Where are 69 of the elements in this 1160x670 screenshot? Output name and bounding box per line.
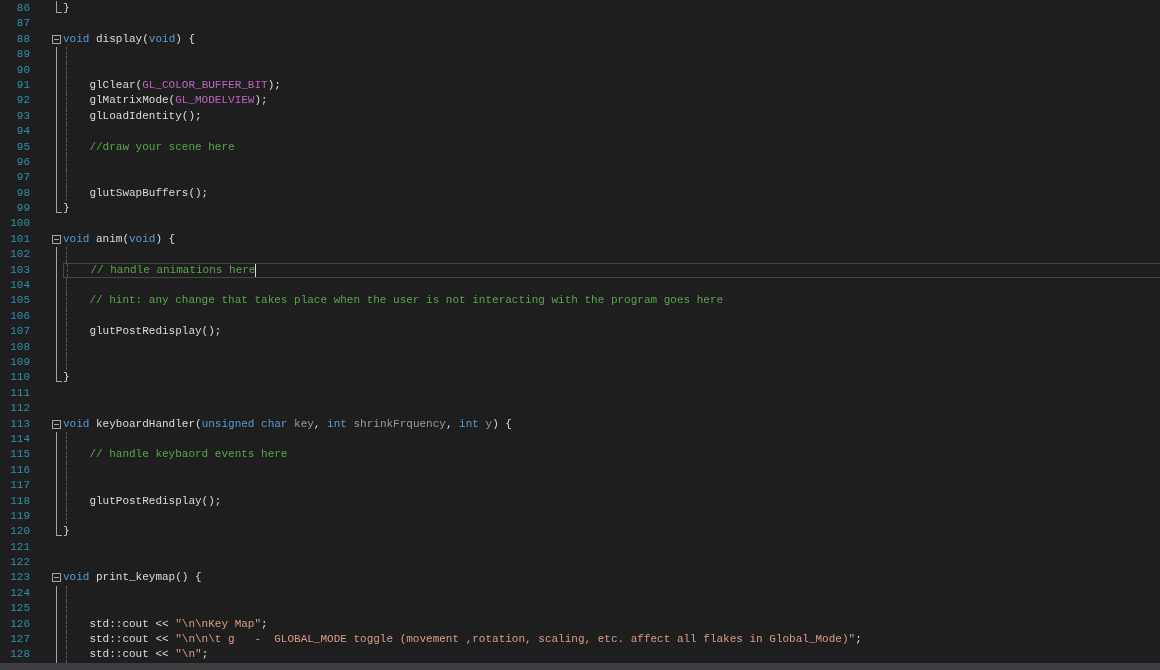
line-number: 98 (15, 185, 30, 201)
code-line: glutPostRedisplay(); (88, 494, 222, 507)
line-number: 110 (9, 370, 30, 386)
line-number: 102 (9, 247, 30, 263)
collapse-icon[interactable] (52, 419, 61, 429)
line-number: 107 (9, 324, 30, 340)
line-number: 101 (9, 231, 30, 247)
line-number: 111 (9, 385, 30, 401)
line-number: 104 (9, 278, 30, 294)
line-number: 116 (9, 462, 30, 478)
code-line: void print_keymap() { (63, 571, 202, 584)
line-number: 92 (15, 93, 30, 109)
line-number: 94 (15, 124, 30, 140)
line-number: 96 (15, 154, 30, 170)
line-number: 115 (9, 447, 30, 463)
code-line: std::cout << "\n"; (88, 648, 209, 661)
line-number: 87 (15, 16, 30, 32)
line-number: 109 (9, 355, 30, 370)
line-number: 88 (15, 31, 30, 47)
line-number: 100 (9, 216, 30, 232)
line-number: 123 (9, 570, 30, 586)
line-number: 99 (15, 201, 30, 217)
code-line: // handle animations here (89, 263, 257, 276)
code-line: std::cout << "\n\nKey Map"; (88, 617, 268, 630)
line-number: 126 (9, 616, 30, 632)
code-line: glClear(GL_COLOR_BUFFER_BIT); (88, 78, 281, 91)
collapse-icon[interactable] (52, 234, 61, 244)
line-number: 93 (15, 108, 30, 124)
line-number: 106 (9, 308, 30, 324)
line-number: 89 (15, 47, 30, 63)
line-number: 105 (9, 293, 30, 309)
line-number: 117 (9, 478, 30, 494)
code-line: // handle keybaord events here (88, 448, 288, 461)
line-number: 127 (9, 632, 30, 647)
code-line: // hint: any change that takes place when the user is not interacting with the program goes here (88, 294, 724, 307)
line-number: 108 (9, 339, 30, 355)
line-number: 125 (9, 601, 30, 617)
line-number: 112 (9, 401, 30, 417)
code-line: void anim(void) { (63, 232, 176, 245)
line-number: 128 (9, 647, 30, 663)
code-line: } (63, 371, 70, 384)
code-line: } (63, 525, 70, 538)
code-line: std::cout << "\n\n\t g - GLOBAL_MODE toggle (movement ,rotation, scaling, etc. affect all flakes in Global_Mode)"; (88, 633, 862, 645)
horizontal-scrollbar[interactable] (0, 662, 1160, 670)
collapse-icon[interactable] (52, 34, 61, 44)
code-line: } (63, 2, 70, 14)
line-number: 122 (9, 555, 30, 571)
code-line: } (63, 202, 70, 215)
line-number: 113 (9, 416, 30, 432)
line-number: 95 (15, 139, 30, 155)
line-number: 121 (9, 539, 30, 555)
code-line: void display(void) { (63, 32, 196, 45)
line-number: 120 (9, 524, 30, 540)
code-line: glutPostRedisplay(); (88, 325, 222, 338)
code-line: //draw your scene here (88, 140, 235, 153)
line-number: 86 (15, 1, 30, 16)
code-line: glutSwapBuffers(); (88, 186, 209, 199)
line-number: 97 (15, 170, 30, 186)
line-number: 119 (9, 508, 30, 524)
code-line: void keyboardHandler(unsigned char key, int shrinkFrquency, int y) { (63, 417, 512, 430)
collapse-icon[interactable] (52, 573, 61, 583)
line-number: 103 (9, 262, 30, 278)
line-number: 124 (9, 585, 30, 601)
line-number: 91 (15, 77, 30, 93)
line-number: 118 (9, 493, 30, 509)
line-number: 90 (15, 62, 30, 78)
code-line: glLoadIdentity(); (88, 109, 202, 122)
code-line: glMatrixMode(GL_MODELVIEW); (88, 94, 268, 107)
line-number: 114 (9, 431, 30, 447)
